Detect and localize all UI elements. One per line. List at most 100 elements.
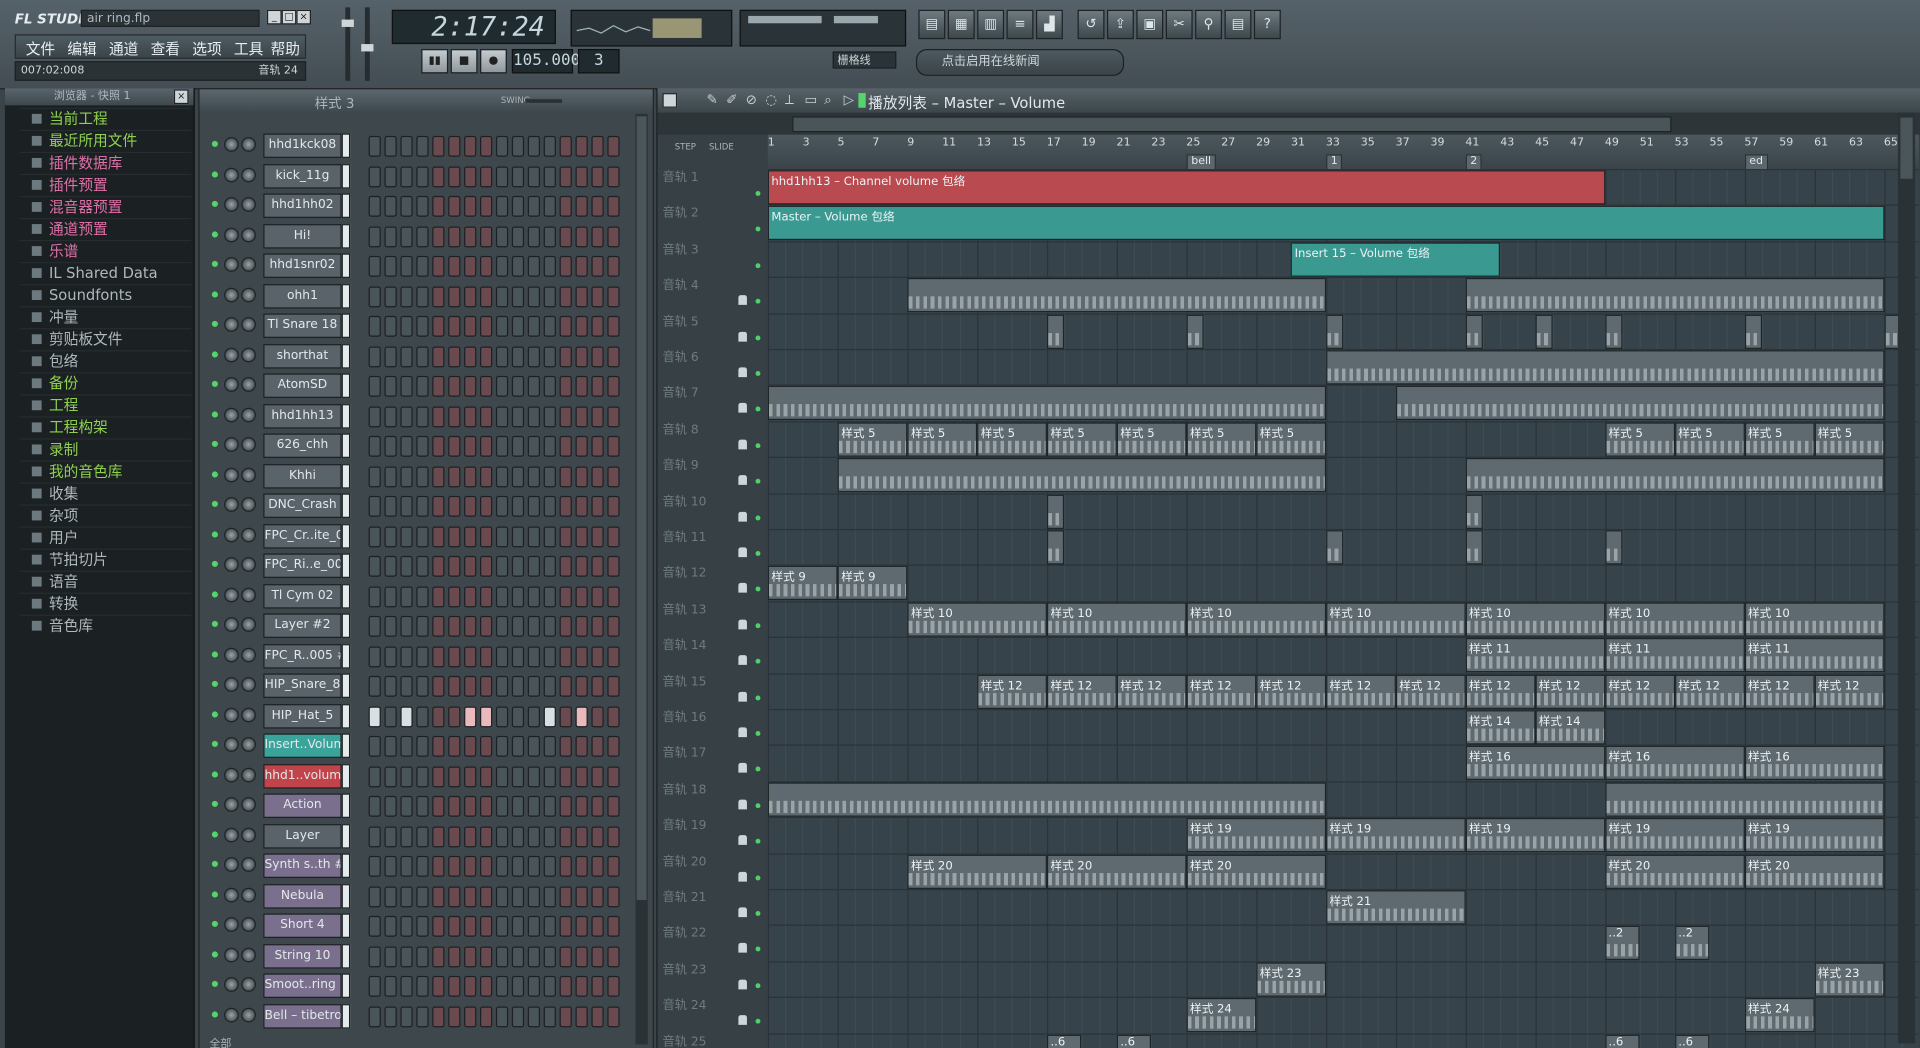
pattern-clip[interactable]: ..6 (1116, 1034, 1152, 1048)
playlist-horizontal-scrollbar[interactable] (792, 116, 1672, 133)
step-button[interactable] (575, 435, 588, 457)
pattern-clip[interactable]: 样式 5 (1256, 422, 1326, 457)
step-button[interactable] (384, 765, 397, 787)
step-button[interactable] (607, 405, 620, 427)
step-button[interactable] (464, 465, 477, 487)
step-button[interactable] (384, 165, 397, 187)
track-header[interactable]: 音轨 15 (662, 673, 765, 707)
step-button[interactable] (543, 1005, 556, 1027)
channel-select-indicator[interactable] (341, 313, 351, 338)
step-button[interactable] (464, 345, 477, 367)
channel-volume-knob[interactable] (241, 287, 256, 302)
step-button[interactable] (527, 435, 541, 457)
step-button[interactable] (400, 435, 413, 457)
step-button[interactable] (368, 615, 381, 637)
step-button[interactable] (559, 525, 572, 547)
pattern-clip[interactable]: 样式 19 (1186, 818, 1326, 853)
tempo-display[interactable]: 105.000 (511, 48, 580, 74)
track-header[interactable]: 音轨 19 (662, 817, 765, 851)
step-button[interactable] (480, 945, 493, 967)
pattern-clip[interactable]: 样式 5 (1814, 422, 1884, 457)
step-button[interactable] (607, 555, 620, 577)
step-button[interactable] (480, 735, 493, 757)
pattern-clip[interactable] (1325, 350, 1884, 385)
step-button[interactable] (368, 525, 381, 547)
step-button[interactable] (480, 825, 493, 847)
step-button[interactable] (448, 555, 461, 577)
step-button[interactable] (384, 315, 397, 337)
track-enable-led[interactable] (755, 767, 761, 772)
track-enable-led[interactable] (755, 407, 761, 412)
channel-volume-knob[interactable] (241, 887, 256, 902)
step-button[interactable] (480, 645, 493, 667)
step-button[interactable] (543, 375, 556, 397)
pattern-clip[interactable]: 样式 12 (1814, 674, 1884, 709)
step-button[interactable] (384, 645, 397, 667)
slide-label[interactable]: SLIDE (709, 142, 734, 152)
pattern-clip[interactable]: 样式 12 (1116, 674, 1187, 709)
step-button[interactable] (511, 555, 525, 577)
step-button[interactable] (400, 915, 413, 937)
track-enable-led[interactable] (755, 551, 761, 556)
step-button[interactable] (432, 765, 445, 787)
step-button[interactable] (495, 795, 509, 817)
step-button[interactable] (575, 645, 588, 667)
channel-mute-led[interactable] (211, 980, 218, 987)
browser-icon[interactable]: ≡ (1006, 9, 1034, 40)
menu-options[interactable]: 选项 (192, 38, 221, 59)
step-button[interactable] (368, 645, 381, 667)
step-button[interactable] (384, 525, 397, 547)
channel-name-button[interactable]: FPC_Ri..e_003 (263, 553, 342, 578)
step-button[interactable] (607, 735, 620, 757)
step-button[interactable] (591, 285, 604, 307)
step-button[interactable] (448, 855, 461, 877)
step-button[interactable] (400, 615, 413, 637)
menu-file[interactable]: 文件 (26, 38, 55, 59)
step-button[interactable] (400, 285, 413, 307)
pattern-clip[interactable]: ..6 (1674, 1034, 1710, 1048)
channel-name-button[interactable]: ohh1 (263, 283, 342, 308)
step-button[interactable] (432, 135, 445, 157)
step-button[interactable] (527, 465, 541, 487)
channel-volume-knob[interactable] (241, 407, 256, 422)
step-button[interactable] (368, 945, 381, 967)
step-button[interactable] (368, 465, 381, 487)
step-button[interactable] (575, 825, 588, 847)
step-button[interactable] (607, 345, 620, 367)
step-button[interactable] (480, 705, 493, 727)
step-button[interactable] (480, 255, 493, 277)
step-button[interactable] (480, 555, 493, 577)
step-button[interactable] (511, 465, 525, 487)
browser-item[interactable]: 乐谱 (19, 240, 192, 260)
step-button[interactable] (527, 375, 541, 397)
channel-volume-knob[interactable] (241, 257, 256, 272)
pattern-clip[interactable]: 样式 9 (767, 566, 838, 601)
step-button[interactable] (464, 615, 477, 637)
step-button[interactable] (448, 945, 461, 967)
step-button[interactable] (559, 285, 572, 307)
track-enable-led[interactable] (755, 371, 761, 376)
pattern-clip[interactable]: 样式 11 (1604, 638, 1745, 673)
step-button[interactable] (432, 435, 445, 457)
browser-item[interactable]: 剪贴板文件 (19, 328, 192, 348)
pattern-clip[interactable]: 样式 14 (1535, 710, 1605, 745)
step-button[interactable] (543, 585, 556, 607)
step-button[interactable] (448, 585, 461, 607)
channel-mute-led[interactable] (211, 560, 218, 567)
step-button[interactable] (495, 1005, 509, 1027)
track-header[interactable]: 音轨 1 (662, 169, 765, 203)
channel-volume-knob[interactable] (241, 527, 256, 542)
plugin-picker-icon[interactable]: ⚲ (1195, 9, 1223, 40)
playback-tool-icon[interactable]: ▷ (844, 92, 854, 108)
step-button[interactable] (543, 285, 556, 307)
track-enable-led[interactable] (755, 299, 761, 304)
lock-icon[interactable] (738, 691, 747, 702)
step-button[interactable] (400, 675, 413, 697)
step-button[interactable] (575, 315, 588, 337)
channel-name-button[interactable]: Synth s..th #2 (263, 853, 342, 878)
step-button[interactable] (591, 855, 604, 877)
step-button[interactable] (607, 285, 620, 307)
step-button[interactable] (384, 945, 397, 967)
step-button[interactable] (368, 375, 381, 397)
pattern-clip[interactable] (1046, 494, 1065, 529)
